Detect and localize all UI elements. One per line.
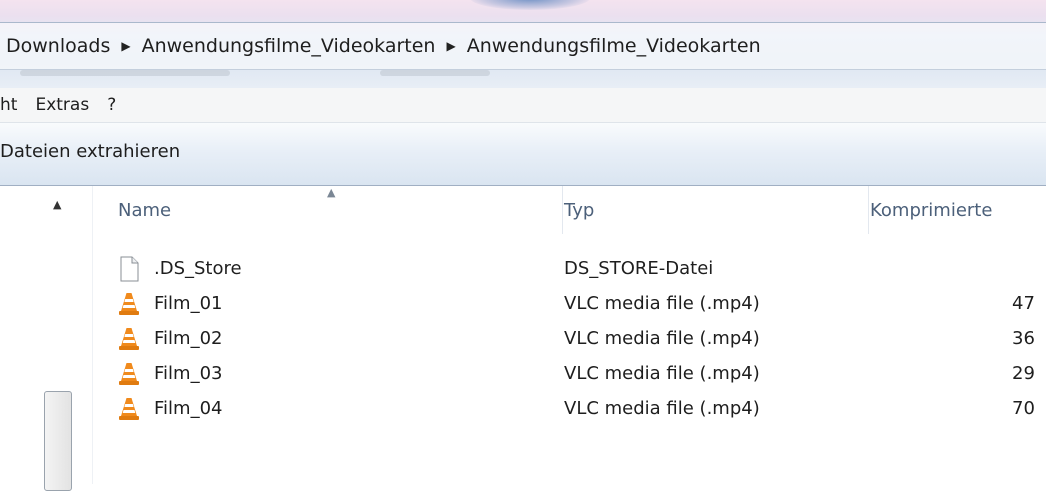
breadcrumb: Downloads ▶ Anwendungsfilme_Videokarten … bbox=[0, 31, 767, 61]
file-type: VLC media file (.mp4) bbox=[564, 398, 760, 419]
column-header-type[interactable]: Typ bbox=[564, 200, 594, 228]
file-name: .DS_Store bbox=[154, 258, 242, 279]
blank-file-icon bbox=[120, 256, 139, 282]
scroll-up-icon[interactable]: ▲ bbox=[53, 198, 61, 211]
column-divider[interactable] bbox=[562, 186, 563, 234]
file-list: .DS_Store DS_STORE-Datei Film_01 VLC med… bbox=[92, 252, 1046, 427]
file-row[interactable]: Film_01 VLC media file (.mp4) 47 bbox=[92, 287, 1046, 322]
file-type: VLC media file (.mp4) bbox=[564, 293, 760, 314]
vlc-cone-icon bbox=[119, 363, 139, 385]
file-size: 29 bbox=[1012, 363, 1035, 384]
breadcrumb-item-folder[interactable]: Anwendungsfilme_Videokarten bbox=[136, 35, 442, 57]
file-row[interactable]: Film_02 VLC media file (.mp4) 36 bbox=[92, 322, 1046, 357]
vlc-cone-icon bbox=[119, 328, 139, 350]
file-row[interactable]: Film_04 VLC media file (.mp4) 70 bbox=[92, 392, 1046, 427]
vlc-cone-icon bbox=[119, 398, 139, 420]
file-row[interactable]: .DS_Store DS_STORE-Datei bbox=[92, 252, 1046, 287]
sort-ascending-icon: ▲ bbox=[327, 186, 336, 199]
menu-item-extras[interactable]: Extras bbox=[26, 95, 98, 115]
file-size: 36 bbox=[1012, 328, 1035, 349]
menu-item-ansicht[interactable]: ht bbox=[0, 95, 26, 115]
address-bar: Downloads ▶ Anwendungsfilme_Videokarten … bbox=[0, 0, 1046, 89]
chevron-right-icon[interactable]: ▶ bbox=[441, 39, 460, 53]
file-name: Film_01 bbox=[154, 293, 223, 314]
breadcrumb-item-downloads[interactable]: Downloads bbox=[0, 35, 116, 57]
file-name: Film_04 bbox=[154, 398, 223, 419]
command-bar: Dateien extrahieren bbox=[0, 123, 1046, 186]
window-glow bbox=[470, 0, 590, 10]
navigation-pane: ▲ bbox=[0, 186, 93, 491]
file-size: 70 bbox=[1012, 398, 1035, 419]
scrollbar-thumb[interactable] bbox=[44, 391, 72, 491]
menu-item-help[interactable]: ? bbox=[98, 95, 125, 115]
decor-smudge bbox=[380, 70, 490, 76]
extract-files-button[interactable]: Dateien extrahieren bbox=[0, 141, 180, 162]
column-header-name[interactable]: Name bbox=[118, 200, 171, 228]
file-row[interactable]: Film_03 VLC media file (.mp4) 29 bbox=[92, 357, 1046, 392]
file-size: 47 bbox=[1012, 293, 1035, 314]
decor-smudge bbox=[20, 70, 230, 76]
column-divider[interactable] bbox=[868, 186, 869, 234]
file-name: Film_03 bbox=[154, 363, 223, 384]
file-type: VLC media file (.mp4) bbox=[564, 328, 760, 349]
vlc-cone-icon bbox=[119, 293, 139, 315]
column-header: ▲ Name Typ Komprimierte bbox=[92, 186, 1046, 236]
breadcrumb-item-subfolder[interactable]: Anwendungsfilme_Videokarten bbox=[461, 35, 767, 57]
file-type: DS_STORE-Datei bbox=[564, 258, 714, 279]
column-header-compressed-size[interactable]: Komprimierte bbox=[870, 200, 992, 228]
menu-bar: ht Extras ? bbox=[0, 88, 1046, 123]
file-type: VLC media file (.mp4) bbox=[564, 363, 760, 384]
file-name: Film_02 bbox=[154, 328, 223, 349]
chevron-right-icon[interactable]: ▶ bbox=[116, 39, 135, 53]
